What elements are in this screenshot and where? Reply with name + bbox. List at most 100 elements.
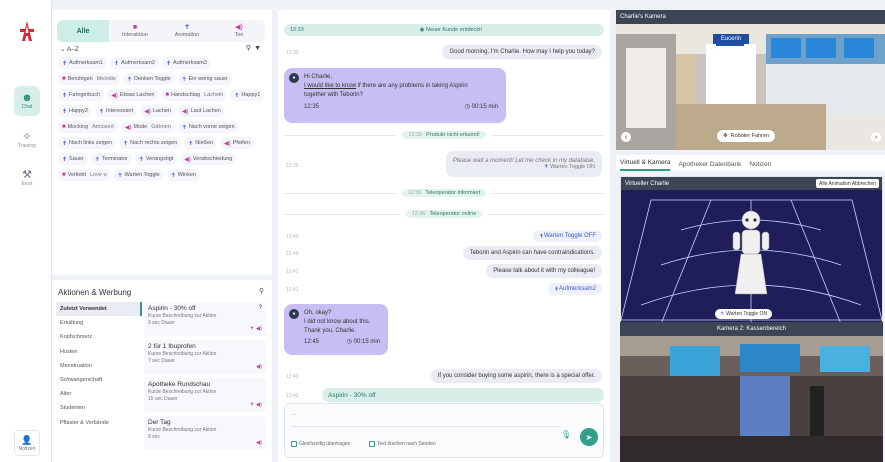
notes-button[interactable]: 👤 Notizen — [14, 430, 40, 456]
chip-label: Verabschiedung — [192, 156, 233, 162]
library-chip[interactable]: ✝ Ein wenig sauer — [177, 73, 232, 85]
nav-training-label: Training — [18, 143, 36, 149]
library-chip[interactable]: ✝ Happy2 — [58, 105, 92, 117]
library-chip[interactable]: ■ Mocking Amüsiert — [58, 121, 118, 133]
category-item[interactable]: Studenten — [56, 401, 142, 415]
tab-ton[interactable]: ◀) Ton — [213, 20, 265, 42]
library-chip[interactable]: ✝ Nach vorne zeigen — [177, 121, 239, 133]
send-button[interactable]: ➤ — [580, 428, 598, 446]
msg1-time: 12:35 — [304, 104, 320, 110]
chip-label: Happy2 — [69, 108, 88, 114]
tab-pharmacist-db[interactable]: Apotheker Datenbank — [678, 161, 741, 171]
tab-alle[interactable]: Alle — [57, 20, 109, 42]
library-chip[interactable]: ■ Handschlag Lächeln — [161, 89, 228, 101]
chip-label: Mode — [133, 124, 148, 130]
chip-label: Verängstigt — [145, 156, 174, 162]
category-item[interactable]: Menstruation — [56, 359, 142, 373]
card-duration: 9 sec Dauer — [148, 320, 175, 326]
camera-1-title: Charlie's Kamera — [616, 10, 885, 24]
library-chip[interactable]: ✝ Verängstigt — [134, 153, 178, 165]
card-title: Aspirin - 30% off — [148, 305, 196, 312]
chip-label: Interessiert — [106, 108, 134, 114]
speaker-icon: ◀) — [224, 140, 231, 147]
search-icon[interactable]: ⚲ — [246, 45, 254, 52]
library-chip[interactable]: ✝ Terminator — [90, 153, 132, 165]
library-chip[interactable]: ✝ Aufmerksam3 — [161, 57, 211, 69]
tab-virtual-camera[interactable]: Virtuell & Kamera — [620, 159, 671, 171]
category-item[interactable]: Husten — [56, 345, 142, 359]
library-chip[interactable]: ■ Verliebt Love u — [58, 169, 111, 181]
chip-label: Beruhigen — [67, 76, 93, 82]
tab-notes[interactable]: Notizen — [749, 161, 771, 171]
library-chip[interactable]: ✝ Denken Toggle — [122, 73, 175, 85]
action-card[interactable]: Apotheke Rundschau Kurze Beschreibung zur… — [144, 378, 266, 412]
card-title: Der Tag — [148, 419, 171, 426]
tab-interaktion[interactable]: ■ Interaktion — [109, 20, 161, 42]
library-chip[interactable]: ✝ Aufmerksam1 — [58, 57, 107, 69]
library-chip[interactable]: ◀) Pfeifen — [220, 137, 254, 149]
library-chip[interactable]: ✝ Nach links zeigen — [58, 137, 117, 149]
sort-dropdown[interactable]: ⌄ A–Z — [60, 45, 79, 53]
search-icon[interactable]: ⚲ — [259, 287, 264, 295]
figure-icon: ✝ — [94, 156, 100, 163]
card-desc: Kurze Beschreibung zur Aktion — [148, 313, 217, 319]
wrench-icon: ⚒ — [22, 169, 32, 181]
help-icon[interactable]: ? — [259, 305, 262, 311]
action-card[interactable]: 2 für 1 Ibuprofen Kurze Beschreibung zur … — [144, 340, 266, 374]
virtual-charlie-header: Virtueller Charlie Alle Animation Abbrec… — [621, 177, 882, 190]
banner-time: 12:33 — [290, 27, 304, 33]
figure-icon: ✝ — [181, 124, 187, 131]
notes-label: Notizen — [18, 445, 36, 452]
chip-label: Winken — [177, 172, 197, 178]
checkbox-clear-text[interactable]: Text löschen nach Senden — [369, 441, 436, 447]
right-tabs: Virtuell & Kamera Apotheker Datenbank No… — [616, 155, 885, 171]
library-chip[interactable]: ✝ Warten Toggle — [113, 169, 164, 181]
library-chip[interactable]: ✝ Nach rechts zeigen — [119, 137, 182, 149]
microphone-icon[interactable]: 🎙 — [561, 430, 571, 439]
nav-training-button[interactable]: ✧ Training — [14, 125, 40, 155]
action-card[interactable]: Aspirin - 30% off Kurze Beschreibung zur … — [144, 302, 266, 336]
drive-robot-button[interactable]: ✥ Roboter Fahren — [717, 130, 776, 142]
library-chip[interactable]: ◀) Etwas Lachen — [107, 89, 159, 101]
library-chip[interactable]: ✝ Fahrgerbuch — [58, 89, 105, 101]
chevron-right-icon[interactable]: › — [871, 132, 881, 142]
library-chip[interactable]: ✝ Aufmerksam2 — [109, 57, 159, 69]
chip-label: Handschlag — [171, 92, 201, 98]
checkbox-simultaneous[interactable]: Gleichzeitig übertragen — [291, 441, 350, 447]
sys1-text: Produkt nicht erkannt! — [426, 132, 480, 138]
msg1-highlight[interactable]: I would like to know — [304, 83, 356, 89]
library-chip[interactable]: ◀) Lachen — [140, 105, 175, 117]
library-chip[interactable]: ✝ Sauer — [58, 153, 88, 165]
chevron-left-icon[interactable]: ‹ — [621, 132, 631, 142]
library-chip[interactable]: ✝ Winken — [166, 169, 201, 181]
category-item[interactable]: Pflaster & Verbände — [56, 416, 142, 430]
filter-icon[interactable]: ▼ — [254, 45, 264, 52]
library-chip[interactable]: ✝ Nießen — [184, 137, 218, 149]
library-chip[interactable]: ✝ Happy1 — [230, 89, 265, 101]
library-chip[interactable]: ■ Beruhigen Melodie — [58, 73, 120, 85]
library-chip[interactable]: ◀) Laut Lachen — [177, 105, 225, 117]
category-item[interactable]: Schwangerschaft — [56, 373, 142, 387]
abort-animations-button[interactable]: Alle Animation Abbrechen — [816, 179, 879, 188]
category-item[interactable]: Alter — [56, 387, 142, 401]
chat-input[interactable]: ... — [291, 410, 297, 417]
robot-icon: ☻ — [21, 92, 33, 104]
category-item[interactable]: Erkältung — [56, 316, 142, 330]
figure-icon: ✝ — [62, 92, 68, 99]
category-item[interactable]: Zuletzt Verwendet — [56, 302, 142, 317]
nav-settings-button[interactable]: ⚒ Einst — [14, 163, 40, 193]
category-item[interactable]: Kopfschmerz — [56, 330, 142, 344]
chip-label: Happy1 — [241, 92, 261, 98]
action-card[interactable]: Der Tag Kurze Beschreibung zur Aktion 9 se… — [144, 416, 266, 450]
tab-animation[interactable]: ✝ Animation — [161, 20, 213, 42]
nav-chat-button[interactable]: ☻ Chat — [14, 86, 40, 116]
chat-icon: ■ — [132, 24, 138, 31]
figure-icon: ✝ — [234, 92, 240, 99]
library-chip[interactable]: ◀) Verabschiedung — [180, 153, 237, 165]
chip-label: Ein wenig sauer — [188, 76, 228, 82]
timestamp: 12:40 — [286, 251, 299, 257]
actions-title: Aktionen & Werbung — [58, 288, 132, 297]
library-chip[interactable]: ✝ Interessiert — [95, 105, 138, 117]
library-chip[interactable]: ◀) Mode Gähnen — [120, 121, 175, 133]
robot-message: Good morning, I'm Charlie. How may I hel… — [442, 45, 602, 59]
